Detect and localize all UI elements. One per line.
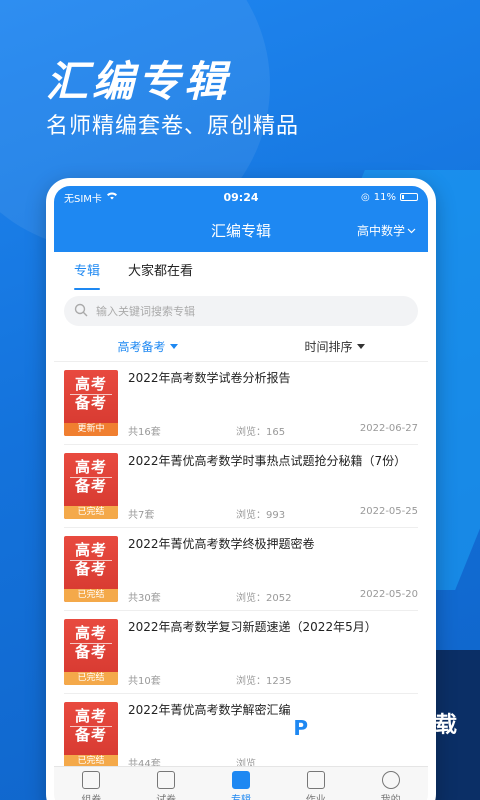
album-cover: 高考 备考 更新中: [64, 370, 118, 436]
nav-papers[interactable]: 试卷: [129, 767, 204, 800]
watermark-text: PCPOP下载: [323, 713, 458, 738]
album-title: 2022年高考数学复习新题速递（2022年5月）: [128, 620, 377, 634]
cover-text: 备考: [74, 477, 107, 495]
battery-icon: [400, 193, 418, 201]
camera-icon: [82, 771, 101, 789]
list-item[interactable]: 高考 备考 已完结 2022年菁优高考数学时事热点试题抢分秘籍（7份） 共7套 浏…: [64, 445, 418, 528]
chevron-down-icon: [407, 223, 416, 237]
album-count: 共7套: [128, 510, 155, 521]
cover-text: 高考: [70, 625, 112, 644]
tab-bar: 专辑 大家都在看: [54, 252, 428, 292]
nav-label: 组卷: [81, 791, 101, 800]
nav-album[interactable]: 专辑: [204, 767, 279, 800]
status-badge: 已完结: [64, 672, 118, 685]
album-date: 2022-05-25: [359, 506, 418, 517]
nav-label: 试卷: [156, 791, 176, 800]
album-date: 2022-06-27: [359, 423, 418, 434]
subject-selector[interactable]: 高中数学: [357, 222, 416, 239]
status-badge: 更新中: [64, 423, 118, 436]
promo-title: 汇编专辑: [46, 57, 231, 106]
filter-bar: 高考备考 时间排序: [54, 332, 428, 362]
watermark-subtext: PCPOP Download: [323, 739, 393, 748]
clock: 09:24: [223, 190, 259, 204]
dropdown-triangle-icon: [356, 344, 365, 349]
album-cover: 高考 备考 已完结: [64, 702, 118, 768]
list-item[interactable]: 高考 备考 已完结 2022年菁优高考数学终极押题密卷 共30套 浏览：2052 …: [64, 528, 418, 611]
search-placeholder: 输入关键词搜索专辑: [96, 305, 195, 318]
watermark: P PCPOP下载 PCPOP Download: [283, 707, 458, 748]
cover-text: 备考: [74, 643, 107, 661]
sort-filter[interactable]: 时间排序: [241, 332, 428, 361]
album-title: 2022年菁优高考数学时事热点试题抢分秘籍（7份）: [128, 454, 407, 468]
album-views: 浏览：993: [236, 510, 286, 521]
bottom-nav: 组卷 试卷 专辑 作业 我的: [54, 766, 428, 800]
search-icon: [74, 303, 88, 320]
cover-text: 高考: [70, 542, 112, 561]
album-count: 共30套: [128, 593, 161, 604]
status-badge: 已完结: [64, 506, 118, 519]
album-date: 2022-05-20: [359, 589, 418, 600]
app-bar: 汇编专辑 高中数学: [54, 208, 428, 252]
nav-label: 专辑: [231, 791, 251, 800]
album-cover: 高考 备考 已完结: [64, 453, 118, 519]
status-badge: 已完结: [64, 589, 118, 602]
nav-label: 作业: [306, 791, 326, 800]
cover-text: 高考: [70, 708, 112, 727]
tab-popular[interactable]: 大家都在看: [128, 252, 193, 292]
album-title: 2022年高考数学试卷分析报告: [128, 371, 291, 385]
cover-text: 高考: [70, 459, 112, 478]
profile-icon: [381, 771, 400, 789]
sort-filter-label: 时间排序: [304, 340, 353, 354]
cover-text: 高考: [70, 376, 112, 395]
cover-text: 备考: [74, 394, 107, 412]
album-views: 浏览：2052: [236, 593, 292, 604]
album-cover: 高考 备考 已完结: [64, 536, 118, 602]
cover-text: 备考: [74, 560, 107, 578]
category-filter-label: 高考备考: [117, 340, 166, 354]
album-icon: [231, 771, 250, 789]
list-item[interactable]: 高考 备考 更新中 2022年高考数学试卷分析报告 共16套 浏览：165 202…: [64, 362, 418, 445]
homework-icon: [306, 771, 325, 789]
nav-homework[interactable]: 作业: [278, 767, 353, 800]
document-icon: [157, 771, 176, 789]
album-views: 浏览：165: [236, 427, 286, 438]
cover-text: 备考: [74, 726, 107, 744]
album-count: 共16套: [128, 427, 161, 438]
subject-label: 高中数学: [356, 223, 405, 238]
search-input[interactable]: 输入关键词搜索专辑: [64, 296, 418, 326]
nav-compose[interactable]: 组卷: [54, 767, 129, 800]
album-count: 共10套: [128, 676, 161, 687]
album-cover: 高考 备考 已完结: [64, 619, 118, 685]
status-bar: 无SIM卡 09:24 ◎ 11%: [54, 186, 428, 208]
album-views: 浏览：1235: [236, 676, 292, 687]
list-item[interactable]: 高考 备考 已完结 2022年高考数学复习新题速递（2022年5月） 共10套 浏…: [64, 611, 418, 694]
watermark-logo: P: [283, 710, 318, 745]
promo-subtitle: 名师精编套卷、原创精品: [46, 114, 300, 139]
category-filter[interactable]: 高考备考: [54, 332, 241, 361]
tab-album[interactable]: 专辑: [74, 252, 101, 292]
dropdown-triangle-icon: [169, 344, 178, 349]
page-title: 汇编专辑: [210, 221, 271, 240]
nav-label: 我的: [381, 791, 401, 800]
album-title: 2022年菁优高考数学终极押题密卷: [128, 537, 315, 551]
nav-profile[interactable]: 我的: [353, 767, 428, 800]
